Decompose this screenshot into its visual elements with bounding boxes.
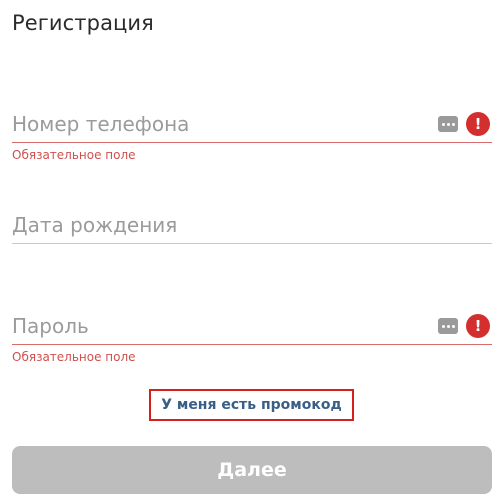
phone-placeholder: Номер телефона — [12, 112, 190, 136]
password-field-icons: ! — [438, 314, 490, 338]
password-input[interactable]: Пароль ! — [12, 306, 492, 345]
password-error-message: Обязательное поле — [12, 350, 136, 364]
birthdate-placeholder: Дата рождения — [12, 213, 178, 237]
phone-error-message: Обязательное поле — [12, 148, 136, 162]
password-placeholder: Пароль — [12, 314, 89, 338]
birthdate-field[interactable]: Дата рождения — [12, 205, 492, 244]
more-dots-icon[interactable] — [438, 116, 458, 132]
phone-field-icons: ! — [438, 112, 490, 136]
more-dots-icon[interactable] — [438, 318, 458, 334]
phone-input[interactable]: Номер телефона ! — [12, 104, 492, 143]
next-button[interactable]: Далее — [12, 446, 492, 494]
exclamation-alert-icon: ! — [466, 314, 490, 338]
birthdate-input[interactable]: Дата рождения — [12, 205, 492, 244]
exclamation-alert-icon: ! — [466, 112, 490, 136]
promo-code-link[interactable]: У меня есть промокод — [149, 389, 354, 421]
password-field[interactable]: Пароль ! Обязательное поле — [12, 306, 492, 364]
phone-field[interactable]: Номер телефона ! Обязательное поле — [12, 104, 492, 162]
page-title: Регистрация — [12, 11, 154, 35]
